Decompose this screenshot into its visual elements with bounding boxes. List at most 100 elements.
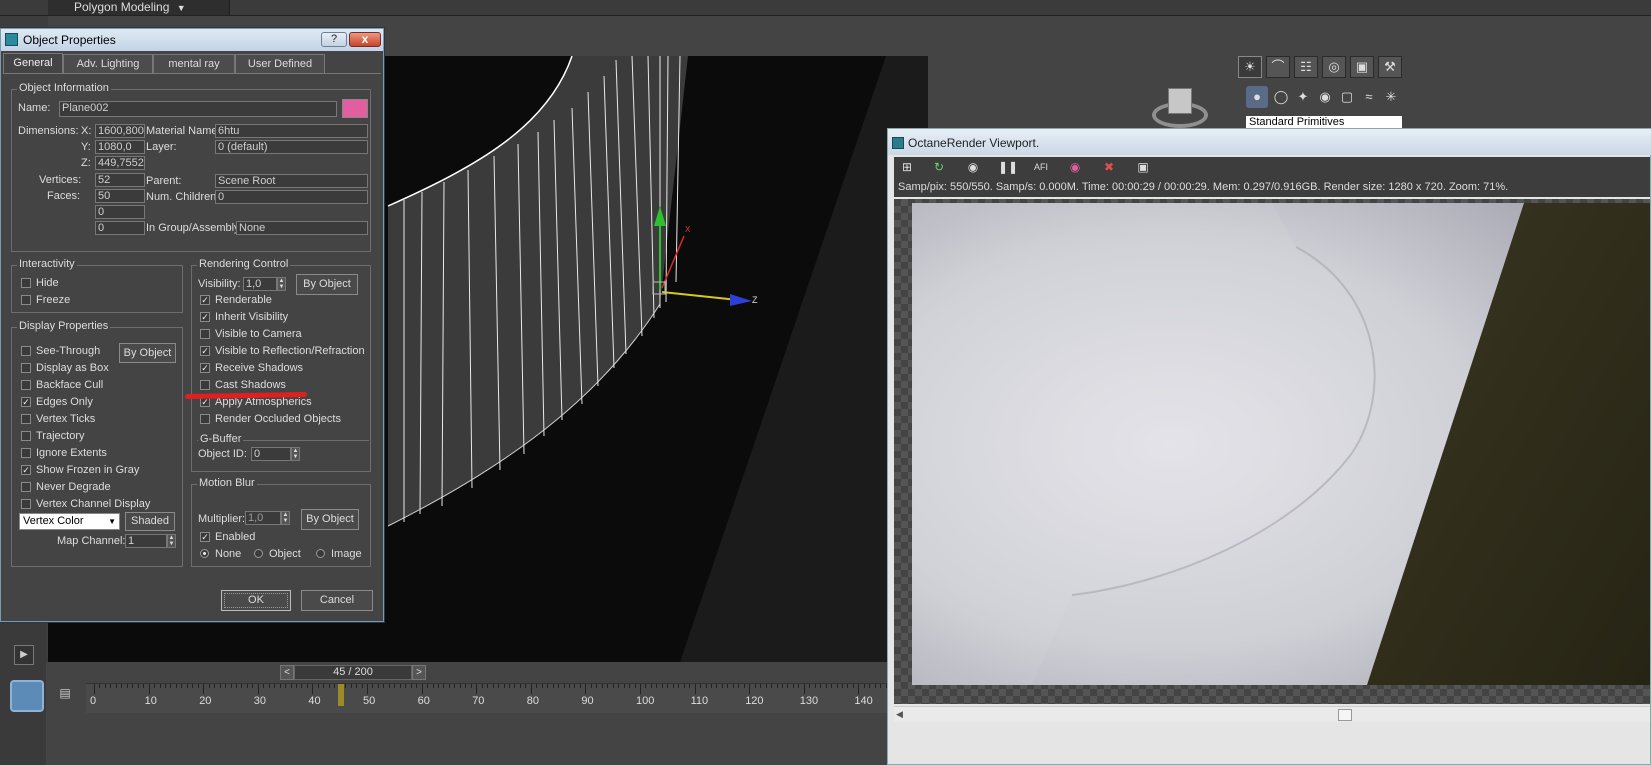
light-icon[interactable]: ✦ xyxy=(1292,86,1314,108)
camera-icon[interactable]: ◉ xyxy=(1314,86,1336,108)
hide-checkbox[interactable] xyxy=(21,278,31,288)
systems-icon[interactable]: ✳ xyxy=(1380,86,1402,108)
cancel-button[interactable]: Cancel xyxy=(301,590,373,611)
restart-icon[interactable]: ↻ xyxy=(930,159,948,175)
display-option-checkbox[interactable] xyxy=(21,363,31,373)
lock-icon[interactable]: ◉ xyxy=(964,159,982,175)
spacewarp-icon[interactable]: ≈ xyxy=(1358,86,1380,108)
object-id-spinner[interactable]: ▲ ▼ xyxy=(291,447,300,461)
display-option-checkbox[interactable] xyxy=(21,448,31,458)
timeline-next-button[interactable]: > xyxy=(412,665,426,680)
motion-blur-enabled-checkbox[interactable]: ✓ xyxy=(200,532,210,542)
display-option-checkbox[interactable] xyxy=(21,482,31,492)
scroll-left-icon[interactable]: ◀ xyxy=(896,709,903,720)
timeline-tick xyxy=(394,684,396,688)
render-option-label: Renderable xyxy=(215,294,272,306)
multiplier-field[interactable]: 1,0 xyxy=(245,511,281,525)
object-id-field[interactable]: 0 xyxy=(251,447,291,461)
timeline-tick xyxy=(143,684,145,688)
radio-image[interactable] xyxy=(316,549,325,558)
playhead[interactable] xyxy=(338,684,344,706)
vertices-value: 52 xyxy=(95,173,145,187)
motion-blur-by-object-button[interactable]: By Object xyxy=(301,509,359,530)
hierarchy-icon[interactable]: ☷ xyxy=(1294,56,1318,78)
viewcube[interactable] xyxy=(1152,88,1208,128)
timeline-tick xyxy=(601,684,603,688)
timeline-tick xyxy=(454,684,456,688)
ok-button[interactable]: OK xyxy=(221,590,291,611)
scrollbar-thumb[interactable] xyxy=(1338,709,1352,721)
display-option-checkbox[interactable] xyxy=(21,380,31,390)
radio-none[interactable] xyxy=(200,549,209,558)
map-channel-spinner[interactable]: ▲ ▼ xyxy=(167,534,176,548)
helper-icon[interactable]: ▢ xyxy=(1336,86,1358,108)
render-option-label: Cast Shadows xyxy=(215,379,286,391)
pause-icon[interactable]: ❚❚ xyxy=(998,159,1018,175)
visibility-field[interactable]: 1,0 xyxy=(243,277,277,291)
play-mini-button[interactable]: ▶ xyxy=(14,645,34,665)
maxscript-listener-icon[interactable] xyxy=(10,680,44,712)
timeline-tick xyxy=(470,684,472,688)
render-image xyxy=(912,203,1650,685)
workspace-menu-label: Polygon Modeling xyxy=(74,0,170,14)
viewcube-box-icon xyxy=(1168,88,1192,114)
timeline-config-icon[interactable]: ▤ xyxy=(54,686,76,702)
multiplier-spinner[interactable]: ▲ ▼ xyxy=(281,511,290,525)
display-option-checkbox[interactable] xyxy=(21,431,31,441)
octane-titlebar[interactable]: OctaneRender Viewport. xyxy=(888,129,1651,155)
shapes-icon[interactable]: ◯ xyxy=(1270,86,1292,108)
timeline-ruler[interactable]: 0 10 20 30 40 50 60 70 80 90 100 110 120 130 140 xyxy=(86,683,909,713)
render-option-checkbox[interactable]: ✓ xyxy=(200,295,210,305)
tab-user-defined[interactable]: User Defined xyxy=(235,54,325,73)
radio-object[interactable] xyxy=(254,549,263,558)
render-option-checkbox[interactable] xyxy=(200,329,210,339)
timeline-tick xyxy=(596,684,598,688)
render-option-checkbox[interactable] xyxy=(200,380,210,390)
render-option-checkbox[interactable]: ✓ xyxy=(200,363,210,373)
arc-icon[interactable]: ⌒ xyxy=(1266,56,1290,78)
freeze-checkbox[interactable] xyxy=(21,295,31,305)
octane-title: OctaneRender Viewport. xyxy=(908,136,1040,150)
tab-general[interactable]: General xyxy=(3,53,63,74)
display-option-checkbox[interactable] xyxy=(21,499,31,509)
render-scene xyxy=(912,203,1650,685)
timeline-tick xyxy=(203,684,205,694)
display-by-object-button[interactable]: By Object xyxy=(119,343,176,363)
timeline-tick xyxy=(492,684,494,688)
sphere-icon[interactable]: ● xyxy=(1246,86,1268,108)
render-option-checkbox[interactable] xyxy=(200,414,210,424)
settings-icon[interactable]: ▣ xyxy=(1134,159,1152,175)
timeline-tick xyxy=(290,684,292,688)
color-icon[interactable]: ◉ xyxy=(1066,159,1084,175)
render-option-checkbox[interactable]: ✓ xyxy=(200,346,210,356)
save-render-icon[interactable]: ⊞ xyxy=(898,159,916,175)
map-channel-field[interactable]: 1 xyxy=(125,534,167,548)
motion-icon[interactable]: ◎ xyxy=(1322,56,1346,78)
time-slider[interactable]: 45 / 200 xyxy=(294,665,412,680)
display-option-checkbox[interactable] xyxy=(21,346,31,356)
hammer-icon[interactable]: ⚒ xyxy=(1378,56,1402,78)
workspace-menu[interactable]: Polygon Modeling ▼ xyxy=(48,0,230,15)
vertex-color-dropdown[interactable]: Vertex Color ▼ xyxy=(19,513,120,530)
object-color-swatch[interactable] xyxy=(342,99,368,118)
render-option-checkbox[interactable]: ✓ xyxy=(200,312,210,322)
help-button[interactable]: ? xyxy=(321,32,347,47)
name-field[interactable]: Plane002 xyxy=(59,101,337,117)
visibility-spinner[interactable]: ▲ ▼ xyxy=(277,277,286,291)
tab-mental-ray[interactable]: mental ray xyxy=(153,54,235,73)
visibility-by-object-button[interactable]: By Object xyxy=(296,274,358,295)
display-option-checkbox[interactable]: ✓ xyxy=(21,465,31,475)
octane-render-area[interactable] xyxy=(894,199,1650,704)
display-option-checkbox[interactable] xyxy=(21,414,31,424)
tab-adv-lighting[interactable]: Adv. Lighting xyxy=(63,54,153,73)
close-button[interactable]: x xyxy=(349,32,381,47)
timeline-prev-button[interactable]: < xyxy=(280,665,294,680)
display-icon[interactable]: ▣ xyxy=(1350,56,1374,78)
display-option-checkbox[interactable]: ✓ xyxy=(21,397,31,407)
octane-horizontal-scrollbar[interactable]: ◀ xyxy=(894,706,1650,722)
timeline-tick-label: 20 xyxy=(199,695,212,707)
reset-icon[interactable]: ✖ xyxy=(1100,159,1118,175)
shaded-button[interactable]: Shaded xyxy=(125,512,175,531)
sun-icon[interactable]: ☀ xyxy=(1238,56,1262,78)
afi-icon[interactable]: AFI xyxy=(1032,159,1050,175)
